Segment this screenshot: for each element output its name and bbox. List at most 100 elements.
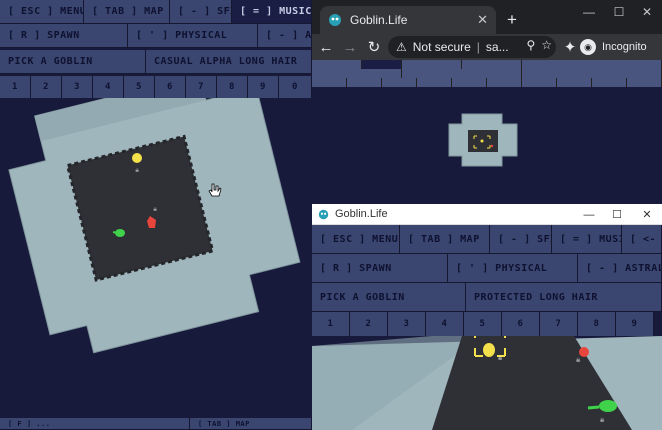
hotbar-slot-7[interactable]: 7 — [186, 76, 217, 98]
goblin-favicon-icon — [329, 14, 341, 26]
incognito-label: Incognito — [602, 41, 647, 53]
back-button[interactable]: [ <- ] — [622, 225, 662, 254]
room-scene[interactable]: ☠ ☠ — [0, 98, 312, 418]
hotbar-slot-5[interactable]: 5 — [124, 76, 155, 98]
forward-arrow-icon[interactable]: → — [340, 37, 360, 57]
maximize-window-icon[interactable]: ☐ — [602, 204, 632, 225]
hotbar-slot-3[interactable]: 3 — [388, 312, 426, 336]
pick-goblin-label: PICK A GOBLIN — [312, 283, 466, 312]
tiny-menu-cell[interactable] — [522, 69, 662, 78]
omnibox-separator: | — [476, 40, 480, 54]
tiny-menu-cell[interactable] — [362, 60, 402, 69]
spawn-button[interactable]: [ R ] SPAWN — [312, 254, 448, 283]
hotbar-slot-3[interactable]: 3 — [62, 76, 93, 98]
hotbar-slot-8[interactable]: 8 — [217, 76, 248, 98]
window2-title: Goblin.Life — [335, 208, 388, 220]
hotbar-slot-0[interactable]: 0 — [279, 76, 312, 98]
tiny-menu-cell[interactable] — [592, 78, 627, 87]
extensions-puzzle-icon[interactable]: ✦ — [560, 37, 580, 57]
mini-goblin-yellow[interactable] — [480, 139, 484, 143]
hotbar-slot-9[interactable]: 9 — [616, 312, 654, 336]
tiny-menu-cell[interactable] — [462, 60, 522, 69]
warning-icon: ⚠ — [396, 40, 407, 54]
hotbar-slot-4[interactable]: 4 — [426, 312, 464, 336]
window2-menu-row-secondary: [ R ] SPAWN [ ' ] PHYSICAL [ - ] ASTRAL — [312, 254, 662, 283]
menu-row-primary: [ ESC ] MENU [ TAB ] MAP [ - ] SFX [ = ]… — [0, 0, 312, 24]
tiny-menu-cell[interactable] — [452, 78, 487, 87]
goblin-yellow-body[interactable] — [483, 343, 495, 357]
incognito-profile[interactable]: ◉ Incognito — [580, 37, 647, 57]
tiny-menu-cell[interactable] — [522, 78, 557, 87]
bottom-status-bar: [ F ] ... [ TAB ] MAP — [0, 418, 312, 430]
menu-button-esc[interactable]: [ ESC ] MENU — [0, 0, 84, 24]
mini-goblin-red[interactable] — [490, 144, 494, 148]
maximize-window-icon[interactable]: ☐ — [604, 0, 634, 24]
address-bar[interactable]: ⚠ Not secure | sa... ⚲ ☆ — [388, 36, 556, 58]
window2-hotbar: 1 2 3 4 5 6 7 8 9 — [312, 312, 654, 336]
astral-button[interactable]: [ - ] ASTRA — [258, 24, 312, 48]
tiny-menu-cell[interactable] — [487, 78, 522, 87]
goblin-red-body[interactable] — [579, 347, 589, 357]
close-window-icon[interactable]: ✕ — [632, 204, 662, 225]
window2-room-scene[interactable]: ☠ ☠ ☠ — [312, 336, 662, 430]
browser-room-scene[interactable] — [312, 94, 662, 204]
tab-goblin-life[interactable]: Goblin.Life ✕ — [320, 6, 496, 34]
tiny-menu-cell[interactable] — [627, 78, 662, 87]
goblin-red-skull-icon: ☠ — [153, 206, 157, 213]
tab-strip: Goblin.Life ✕ + — ☐ ✕ — [312, 0, 662, 34]
tiny-menu-cell[interactable] — [312, 69, 402, 78]
reload-icon[interactable]: ↻ — [364, 37, 384, 57]
hotbar-slot-6[interactable]: 6 — [502, 312, 540, 336]
sfx-button[interactable]: [ - ] SFX — [170, 0, 232, 24]
sfx-button[interactable]: [ - ] SFX — [490, 225, 552, 254]
new-tab-icon[interactable]: + — [500, 8, 524, 32]
tiny-menu-cell[interactable] — [522, 60, 662, 69]
url-text: sa... — [485, 40, 509, 54]
hotbar-slot-2[interactable]: 2 — [350, 312, 388, 336]
hotbar-slot-2[interactable]: 2 — [31, 76, 62, 98]
spawn-button[interactable]: [ R ] SPAWN — [0, 24, 128, 48]
hotbar-slot-8[interactable]: 8 — [578, 312, 616, 336]
goblin-yellow-body[interactable] — [132, 153, 142, 163]
goblin-selector[interactable]: CASUAL ALPHA LONG HAIR — [146, 50, 312, 74]
tab-close-icon[interactable]: ✕ — [477, 12, 488, 28]
zoom-icon[interactable]: ⚲ — [526, 38, 535, 52]
minimize-window-icon[interactable]: — — [574, 0, 604, 24]
music-button[interactable]: [ = ] MUSIC — [552, 225, 622, 254]
astral-button[interactable]: [ - ] ASTRAL — [578, 254, 662, 283]
menu-button-esc[interactable]: [ ESC ] MENU — [312, 225, 400, 254]
hotbar-slot-5[interactable]: 5 — [464, 312, 502, 336]
goblin-green-body[interactable] — [599, 400, 617, 412]
hotbar-slot-9[interactable]: 9 — [248, 76, 279, 98]
tiny-menu-cell[interactable] — [347, 78, 382, 87]
music-button[interactable]: [ = ] MUSIC — [232, 0, 312, 24]
browser-toolbar: ← → ↻ ⚠ Not secure | sa... ⚲ ☆ ✦ ◉ Incog… — [312, 34, 662, 60]
game-viewport-left[interactable]: [ ESC ] MENU [ TAB ] MAP [ - ] SFX [ = ]… — [0, 0, 312, 430]
tiny-menu-cell[interactable] — [312, 60, 362, 69]
menu-row-goblin: PICK A GOBLIN CASUAL ALPHA LONG HAIR — [0, 50, 312, 74]
hotbar-slot-6[interactable]: 6 — [155, 76, 186, 98]
physical-button[interactable]: [ ' ] PHYSICAL — [128, 24, 258, 48]
window2-menu-row-primary: [ ESC ] MENU [ TAB ] MAP [ - ] SFX [ = ]… — [312, 225, 662, 254]
hotbar-slot-1[interactable]: 1 — [312, 312, 350, 336]
map-button[interactable]: [ TAB ] MAP — [400, 225, 490, 254]
map-button[interactable]: [ TAB ] MAP — [84, 0, 170, 24]
hotbar-slot-7[interactable]: 7 — [540, 312, 578, 336]
pick-goblin-label: PICK A GOBLIN — [0, 50, 146, 74]
minimize-window-icon[interactable]: — — [574, 204, 604, 225]
bookmark-star-icon[interactable]: ☆ — [541, 38, 552, 52]
hotbar-slot-1[interactable]: 1 — [0, 76, 31, 98]
back-arrow-icon[interactable]: ← — [316, 37, 336, 57]
goblin-selector[interactable]: PROTECTED LONG HAIR — [466, 283, 662, 312]
tiny-menu-cell[interactable] — [312, 78, 347, 87]
physical-button[interactable]: [ ' ] PHYSICAL — [448, 254, 578, 283]
tiny-menu-cell[interactable] — [417, 78, 452, 87]
browser-game-menu — [312, 60, 662, 88]
tab-title: Goblin.Life — [350, 13, 408, 27]
close-window-icon[interactable]: ✕ — [632, 0, 662, 24]
tiny-menu-cell[interactable] — [382, 78, 417, 87]
tiny-menu-cell[interactable] — [402, 60, 462, 69]
hotbar-slot-4[interactable]: 4 — [93, 76, 124, 98]
tiny-menu-cell[interactable] — [557, 78, 592, 87]
tiny-menu-cell[interactable] — [402, 69, 522, 78]
